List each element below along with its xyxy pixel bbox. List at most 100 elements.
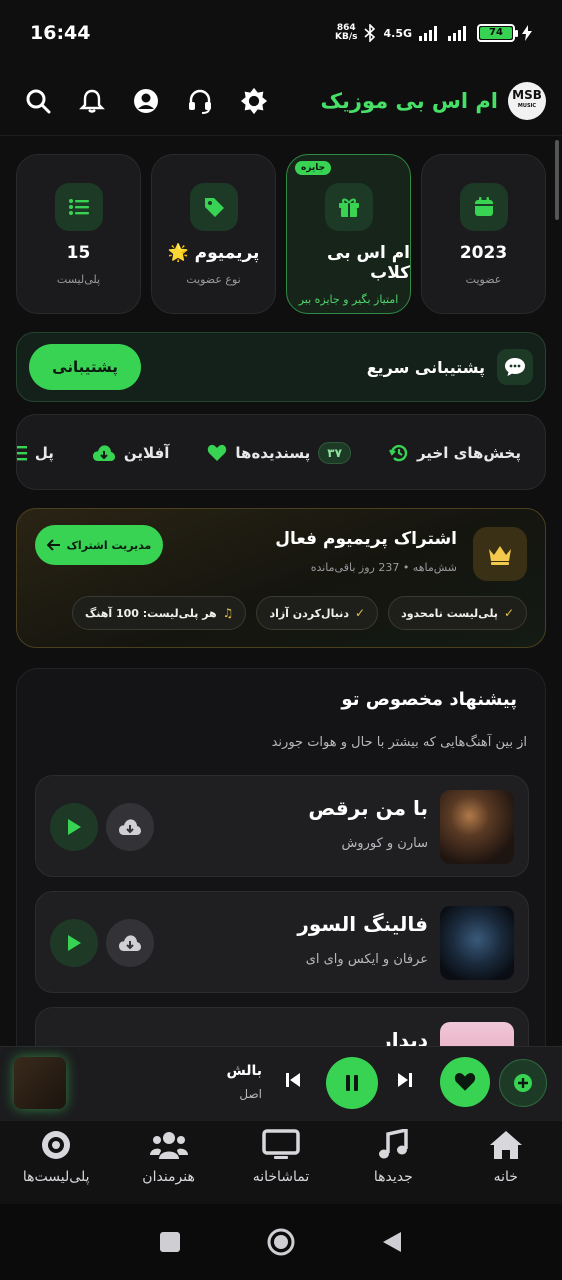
pause-icon	[346, 1075, 358, 1091]
nav-new[interactable]: جدیدها	[337, 1121, 449, 1204]
recents-icon[interactable]	[159, 1231, 181, 1253]
now-playing-title: بالش	[226, 1063, 262, 1079]
chat-icon	[497, 349, 533, 385]
stat-card-joined[interactable]: 2023 عضویت	[421, 154, 546, 314]
previous-button[interactable]	[284, 1071, 302, 1093]
stat-value: ام اس بی کلاب	[327, 243, 410, 283]
calendar-icon	[459, 183, 508, 231]
download-button[interactable]	[106, 919, 154, 967]
song-cover	[440, 790, 514, 864]
stat-value: پریمیوم 🌟	[167, 243, 260, 263]
like-button[interactable]	[440, 1057, 490, 1107]
check-icon: ✓	[355, 606, 366, 620]
nav-theater[interactable]: تماشاخانه	[225, 1121, 337, 1204]
favorites-count: ۳۷	[318, 442, 351, 464]
tab-favorites[interactable]: پسندیده‌ها ۳۷	[207, 442, 351, 464]
pause-button[interactable]	[326, 1057, 378, 1109]
support-bar: پشتیبانی پشتیبانی سریع	[16, 332, 546, 402]
skip-previous-icon	[286, 1073, 300, 1087]
cloud-download-icon	[92, 445, 115, 461]
tab-recent-plays[interactable]: پخش‌های اخیر	[389, 443, 521, 463]
app-title: ام اس بی موزیک	[320, 88, 498, 113]
music-note-icon	[379, 1129, 409, 1159]
add-to-playlist-button[interactable]	[499, 1059, 547, 1107]
search-icon[interactable]	[24, 87, 52, 115]
stat-value: 15	[66, 243, 91, 263]
stat-label: نوع عضویت	[186, 273, 241, 286]
song-artist: عرفان و ایکس وای ای	[305, 952, 428, 967]
scrollbar[interactable]	[555, 140, 559, 220]
status-bar: 16:44 864 KB/s 4.5G 74	[0, 0, 562, 66]
heart-icon	[208, 444, 227, 461]
list-icon	[17, 446, 27, 461]
tab-label: پخش‌های اخیر	[416, 444, 521, 462]
play-button[interactable]	[50, 803, 98, 851]
tv-icon	[262, 1129, 300, 1159]
home-circle-icon[interactable]	[267, 1228, 295, 1256]
stat-card-playlists[interactable]: 15 پلی‌لیست	[16, 154, 141, 314]
charging-icon	[522, 25, 532, 41]
now-playing-cover	[14, 1057, 66, 1109]
stats-row: 15 پلی‌لیست پریمیوم 🌟 نوع عضویت جایزه ام…	[16, 154, 546, 314]
stat-value: 2023	[459, 243, 508, 263]
tab-label: پل	[34, 444, 54, 462]
song-card[interactable]: فالینگ السور عرفان و ایکس وای ای	[35, 891, 529, 993]
song-cover	[440, 906, 514, 980]
home-icon	[489, 1131, 522, 1159]
signal-icon-2	[448, 26, 466, 41]
play-icon	[68, 819, 81, 835]
download-button[interactable]	[106, 803, 154, 851]
feature-chip: ✓ دنبال‌کردن آزاد	[256, 596, 379, 630]
tab-offline[interactable]: آفلاین	[92, 444, 169, 462]
plus-circle-icon	[514, 1074, 532, 1092]
nav-home[interactable]: خانه	[450, 1121, 562, 1204]
feature-chip: ✓ پلی‌لیست نامحدود	[388, 596, 527, 630]
cloud-download-icon	[119, 819, 141, 835]
music-note-icon: ♫	[222, 606, 234, 620]
brightness-icon[interactable]	[240, 87, 268, 115]
tag-icon	[189, 183, 238, 231]
cloud-download-icon	[119, 935, 141, 951]
users-icon	[149, 1132, 188, 1159]
manage-subscription-button[interactable]: مدیریت اشتراک	[35, 525, 163, 565]
app-logo: MSB MUSIC	[508, 81, 546, 120]
nav-artists[interactable]: هنرمندان	[112, 1121, 224, 1204]
subscription-desc: شش‌ماهه • 237 روز باقی‌مانده	[310, 561, 457, 574]
next-button[interactable]	[396, 1071, 414, 1093]
quick-tabs: پخش‌های اخیر پسندیده‌ها ۳۷ آفلاین پل	[16, 414, 546, 490]
network-type: 4.5G	[383, 26, 412, 40]
net-speed: 864 KB/s	[335, 23, 358, 42]
heart-icon	[454, 1073, 476, 1091]
stat-label: عضویت	[465, 273, 502, 286]
skip-next-icon	[398, 1073, 412, 1087]
tab-label: پسندیده‌ها	[235, 444, 311, 462]
back-icon[interactable]	[381, 1230, 403, 1254]
nav-playlists[interactable]: پلی‌لیست‌ها	[0, 1121, 112, 1204]
headset-icon[interactable]	[186, 87, 214, 115]
stat-label: پلی‌لیست	[56, 273, 101, 286]
account-icon[interactable]	[132, 87, 160, 115]
check-icon: ✓	[503, 606, 514, 620]
support-button[interactable]: پشتیبانی	[29, 344, 141, 390]
battery-icon: 74	[477, 24, 518, 42]
stat-card-club[interactable]: جایزه ام اس بی کلاب امتیاز بگیر و جایزه …	[286, 154, 411, 314]
signal-icon	[419, 26, 437, 41]
recommendations-section: پیشنهاد مخصوص تو از بین آهنگ‌هایی که بیش…	[16, 668, 546, 1098]
play-button[interactable]	[50, 919, 98, 967]
history-icon	[389, 444, 408, 462]
mini-player[interactable]: بالش اصل	[0, 1046, 562, 1120]
support-label: پشتیبانی سریع	[366, 357, 485, 377]
song-card[interactable]: با من برقص سارن و کوروش	[35, 775, 529, 877]
tab-playlists[interactable]: پل	[17, 444, 54, 462]
app-header: ام اس بی موزیک MSB MUSIC	[0, 66, 562, 136]
now-playing-subtitle: اصل	[239, 1087, 262, 1101]
arrow-left-icon	[46, 539, 60, 551]
system-nav-bar	[0, 1204, 562, 1280]
song-artist: سارن و کوروش	[341, 836, 428, 851]
tab-label: آفلاین	[123, 444, 170, 462]
play-icon	[68, 935, 81, 951]
gift-icon	[324, 183, 373, 231]
bell-icon[interactable]	[78, 87, 106, 115]
stat-card-membership[interactable]: پریمیوم 🌟 نوع عضویت	[151, 154, 276, 314]
list-icon	[54, 183, 103, 231]
